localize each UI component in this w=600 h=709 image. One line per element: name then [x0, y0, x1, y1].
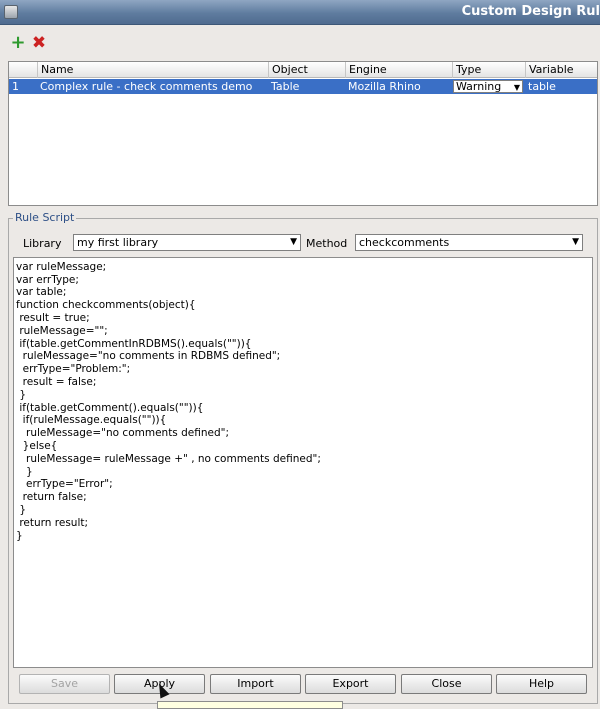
rule-name-cell[interactable]: Complex rule - check comments demo	[37, 79, 252, 94]
library-value: my first library	[77, 236, 159, 249]
window-title: Custom Design Rul	[461, 4, 600, 19]
code-line: return result;	[16, 517, 89, 529]
title-bar: Custom Design Rul	[0, 0, 600, 25]
add-rule-button[interactable]: +	[10, 32, 26, 53]
code-line: return false;	[16, 491, 87, 503]
import-button[interactable]: Import	[210, 674, 301, 694]
row-index: 1	[12, 80, 19, 93]
chevron-down-icon: ▼	[513, 83, 520, 92]
code-line: ruleMessage="no comments in RDBMS define…	[16, 350, 281, 362]
table-row[interactable]: 1 Complex rule - check comments demo Tab…	[9, 79, 597, 94]
column-header-variable[interactable]: Variable	[525, 62, 597, 78]
library-label: Library	[23, 237, 62, 250]
export-button[interactable]: Export	[305, 674, 396, 694]
type-value: Warning	[456, 80, 502, 93]
code-line: }else{	[16, 440, 58, 452]
type-dropdown[interactable]: Warning ▼	[453, 80, 523, 93]
delete-icon: ✖	[31, 33, 47, 53]
column-header-object[interactable]: Object	[268, 62, 345, 78]
code-line: result = true;	[16, 312, 90, 324]
code-line: }	[16, 389, 27, 401]
engine-cell[interactable]: Mozilla Rhino	[345, 79, 421, 94]
rules-table[interactable]: Name Object Engine Type Variable 1 Compl…	[8, 61, 598, 206]
code-line: }	[16, 530, 23, 542]
close-button[interactable]: Close	[401, 674, 492, 694]
code-line: ruleMessage="";	[16, 325, 108, 337]
script-editor[interactable]: var ruleMessage; var errType; var table;…	[13, 257, 593, 668]
code-line: }	[16, 504, 27, 516]
column-header-type[interactable]: Type	[452, 62, 525, 78]
apply-tooltip	[157, 701, 343, 709]
code-line: }	[16, 466, 33, 478]
code-line: if(ruleMessage.equals("")){	[16, 414, 167, 426]
plus-icon: +	[10, 32, 26, 53]
code-line: function checkcomments(object){	[16, 299, 196, 311]
chevron-down-icon: ▼	[572, 237, 579, 247]
rule-script-legend: Rule Script	[13, 211, 77, 224]
chevron-down-icon: ▼	[290, 237, 297, 247]
code-line: var ruleMessage;	[16, 261, 107, 273]
save-button[interactable]: Save	[19, 674, 110, 694]
column-header-index	[9, 62, 37, 78]
code-line: var errType;	[16, 274, 79, 286]
variable-cell[interactable]: table	[525, 79, 556, 94]
app-icon	[4, 5, 18, 19]
column-header-name[interactable]: Name	[37, 62, 268, 78]
object-cell[interactable]: Table	[268, 79, 299, 94]
method-label: Method	[306, 237, 348, 250]
code-line: ruleMessage="no comments defined";	[16, 427, 230, 439]
column-header-engine[interactable]: Engine	[345, 62, 452, 78]
table-header: Name Object Engine Type Variable	[9, 62, 597, 78]
code-line: errType="Error";	[16, 478, 113, 490]
code-line: ruleMessage= ruleMessage +" , no comment…	[16, 453, 321, 465]
method-value: checkcomments	[359, 236, 450, 249]
code-line: var table;	[16, 286, 67, 298]
delete-rule-button[interactable]: ✖	[31, 33, 47, 53]
code-line: result = false;	[16, 376, 97, 388]
method-dropdown[interactable]: checkcomments ▼	[355, 234, 583, 251]
help-button[interactable]: Help	[496, 674, 587, 694]
code-line: if(table.getCommentInRDBMS().equals(""))…	[16, 338, 252, 350]
code-line: if(table.getComment().equals("")){	[16, 402, 204, 414]
library-dropdown[interactable]: my first library ▼	[73, 234, 301, 251]
code-line: errType="Problem:";	[16, 363, 131, 375]
